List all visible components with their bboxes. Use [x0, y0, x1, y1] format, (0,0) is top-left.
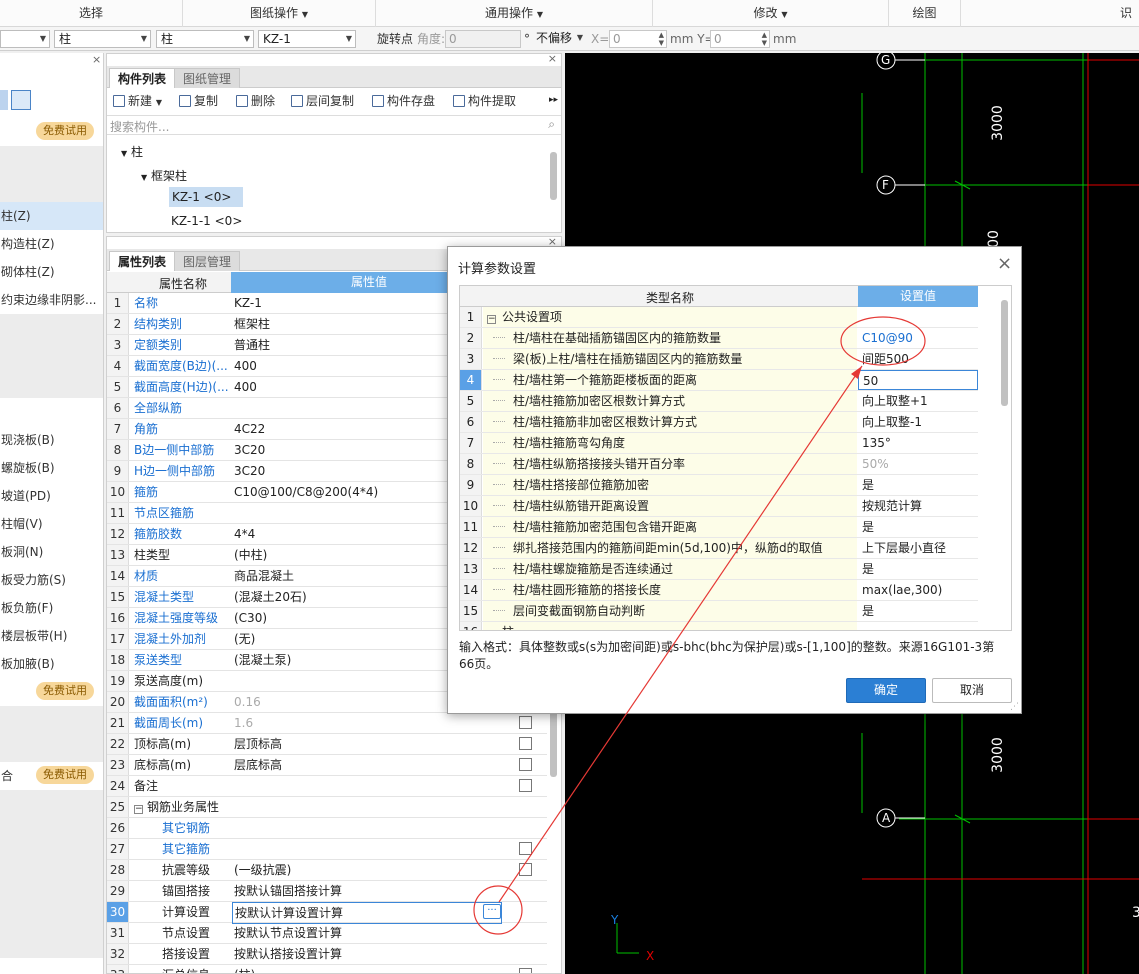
highlight-circle: [473, 885, 523, 935]
arrow-head-icon: [851, 366, 862, 379]
arrow-line: [498, 365, 863, 903]
highlight-circle: [840, 316, 926, 366]
annotation-overlay: [473, 316, 926, 935]
